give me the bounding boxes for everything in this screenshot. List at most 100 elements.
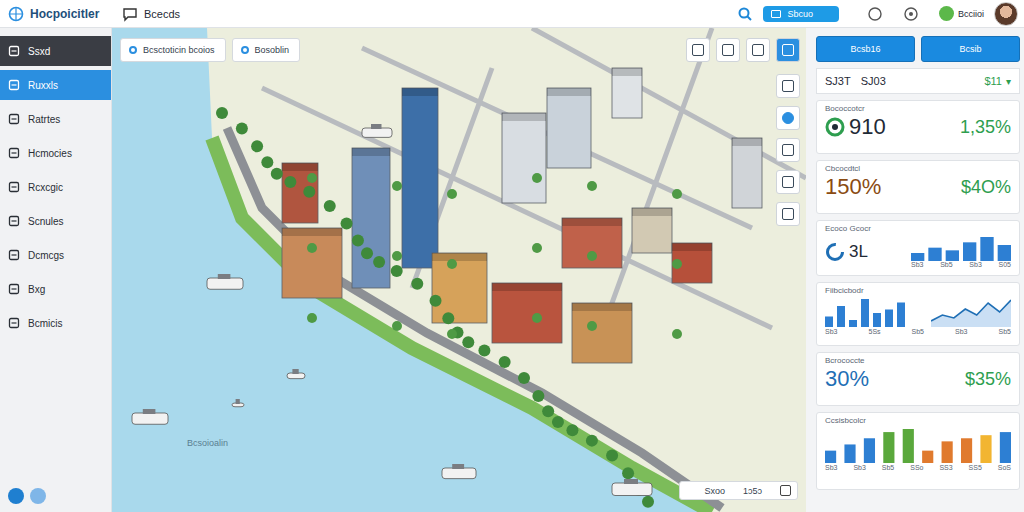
card-label: Bococcotcr (825, 104, 1011, 113)
chart-bar (963, 242, 976, 261)
tick-label: SS3 (939, 464, 952, 472)
bar-chart-plot (911, 235, 1011, 261)
pin-icon (129, 46, 137, 54)
grid-icon[interactable] (716, 38, 740, 62)
chart-line (931, 300, 1011, 321)
top-button-label: Sbcuo (787, 9, 813, 19)
sidebar-item[interactable]: Bcmicis (0, 308, 111, 338)
list-icon[interactable] (746, 38, 770, 62)
info-icon[interactable] (30, 488, 46, 504)
panel-button[interactable]: Bcsb16 (816, 36, 915, 62)
chart-bar (825, 451, 836, 463)
circle-icon[interactable] (867, 6, 883, 22)
sidebar-label: Ruxxls (28, 80, 58, 91)
section-label: Bcecds (144, 8, 180, 20)
menu-icon (8, 215, 20, 227)
location-icon[interactable] (776, 106, 800, 130)
chart-bar (922, 451, 933, 463)
stat-card[interactable]: FiibcicbodrSb35SsSb5Sb3Sb5 (816, 282, 1020, 346)
chart-bar (1000, 432, 1011, 463)
stat-card[interactable]: Cbcocdtcl150%$4O% (816, 160, 1020, 214)
map-view[interactable]: BcsoioalinBcsctoticin bcoiosBosoblinSxoo… (112, 28, 806, 512)
stat-value: 910 (849, 115, 886, 139)
sidebar-label: Ssxd (28, 46, 50, 57)
panel-button[interactable]: Bcsib (921, 36, 1020, 62)
menu-icon (8, 45, 20, 57)
print-icon[interactable] (776, 170, 800, 194)
layers-icon[interactable] (686, 38, 710, 62)
sidebar-item[interactable]: Hcmocies (0, 138, 111, 168)
expand-icon[interactable] (780, 485, 791, 496)
tick-label: SoS (998, 464, 1011, 472)
help-icon[interactable] (8, 488, 24, 504)
sidebar-item[interactable]: Bxg (0, 274, 111, 304)
stat-card[interactable]: CcsisbcolcrSb3Sb3Sb5SSoSS3SS5SoS (816, 412, 1020, 490)
share-icon[interactable] (776, 38, 800, 62)
stat-card[interactable]: Ecoco Gcocr 3L Sb3Sb5Sb3S05 (816, 220, 1020, 276)
search-field-text: Bosoblin (255, 45, 290, 55)
search-field[interactable]: Bosoblin (232, 38, 301, 62)
menu-icon (8, 181, 20, 193)
sidebar-item[interactable]: Ratrtes (0, 104, 111, 134)
card-label: Ecoco Gcocr (825, 224, 1011, 233)
sidebar-label: Bxg (28, 284, 45, 295)
chart-bar (837, 306, 845, 327)
stat-card[interactable]: Bcrococcte30%$35% (816, 352, 1020, 406)
route-icon[interactable] (776, 74, 800, 98)
user-menu[interactable]: Bcciioi (939, 6, 984, 21)
bookmark-icon[interactable] (776, 138, 800, 162)
stat-value: 30% (825, 367, 869, 391)
section-title[interactable]: Bcecds (122, 6, 180, 22)
donut-icon (825, 242, 845, 262)
summary-value: SJ03 (861, 75, 886, 87)
tick-label: Sb3 (825, 464, 837, 472)
sidebar-item[interactable]: Ssxd (0, 36, 111, 66)
logo[interactable]: Hocpoicitler (8, 6, 112, 22)
sidebar-label: Rcxcgic (28, 182, 63, 193)
stat-value: 3L (849, 243, 868, 262)
city-map[interactable]: Bcsoioalin (112, 28, 806, 512)
chart-ticks: Sb3Sb3Sb5SSoSS3SS5SoS (825, 464, 1011, 472)
stat-change: $4O% (961, 177, 1011, 198)
screen-icon (771, 10, 781, 18)
menu-icon (8, 249, 20, 261)
sidebar-item[interactable]: Rcxcgic (0, 172, 111, 202)
avatar-photo[interactable] (994, 2, 1018, 26)
svg-text:Bcsoioalin: Bcsoioalin (187, 438, 228, 448)
summary-value: $11 (984, 75, 1002, 87)
search-field-text: Bcsctoticin bcoios (143, 45, 215, 55)
tick-label: Sb5 (999, 328, 1011, 336)
tick-label: SS5 (969, 464, 982, 472)
stat-value-group: 3L (825, 242, 868, 262)
chart-bar (911, 253, 924, 261)
menu-icon (8, 147, 20, 159)
tick-label: Sb5 (940, 261, 952, 269)
stat-value-group: 910 (825, 115, 886, 139)
sidebar-item[interactable]: Ruxxls (0, 70, 111, 100)
card-label: Fiibcicbodr (825, 286, 1011, 295)
play-ring-icon (825, 117, 845, 137)
chart-ticks: Sb35SsSb5Sb3Sb5 (825, 328, 1011, 336)
edit-icon[interactable] (776, 202, 800, 226)
dropdown-icon[interactable]: ▾ (1006, 76, 1011, 87)
main-area: Ssxd Ruxxls Ratrtes Hcmocies Rcxcgic Scnules D… (0, 28, 1024, 512)
chart-bar (849, 320, 857, 327)
settings-icon[interactable] (903, 6, 919, 22)
user-badge-icon (939, 6, 954, 21)
stat-change: 1,35% (960, 117, 1011, 138)
chart-area: Sb35SsSb5Sb3Sb5 (825, 297, 1011, 336)
line-chart-plot (931, 297, 1011, 327)
stat-card[interactable]: Bococcotcr 910 1,35% (816, 100, 1020, 154)
sidebar-label: Dcmcgs (28, 250, 64, 261)
stat-change: $35% (965, 369, 1011, 390)
dual-chart (825, 297, 1011, 327)
sidebar-item[interactable]: Scnules (0, 206, 111, 236)
search-icon[interactable] (737, 6, 753, 22)
pin-icon (241, 46, 249, 54)
search-field[interactable]: Bcsctoticin bcoios (120, 38, 226, 62)
top-button[interactable]: Sbcuo (763, 6, 839, 22)
tick-label: 5Ss (868, 328, 880, 336)
sidebar-footer (0, 480, 111, 512)
sidebar-item[interactable]: Dcmcgs (0, 240, 111, 270)
chart-ticks: Sb3Sb5Sb3S05 (911, 261, 1011, 269)
